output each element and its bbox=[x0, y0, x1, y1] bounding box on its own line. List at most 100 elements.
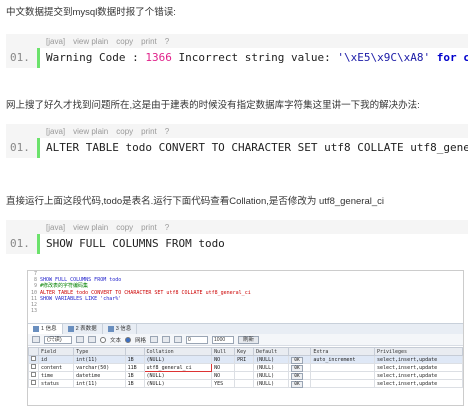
row-checkbox[interactable] bbox=[31, 364, 36, 369]
cell[interactable] bbox=[234, 379, 255, 388]
code-plain: Incorrect string value: bbox=[171, 51, 338, 64]
column-header[interactable]: Default bbox=[253, 347, 290, 356]
column-header[interactable] bbox=[288, 347, 312, 356]
cell[interactable]: varchar(50) bbox=[73, 363, 126, 372]
cell[interactable]: select,insert,update bbox=[373, 379, 463, 388]
print-link[interactable]: print bbox=[141, 37, 157, 46]
column-header[interactable]: Key bbox=[234, 347, 255, 356]
print-link[interactable]: print bbox=[141, 127, 157, 136]
cell[interactable]: (NULL) bbox=[143, 379, 213, 388]
column-header[interactable]: Extra bbox=[310, 347, 375, 356]
intro-text: 中文数据提交到mysql数据时报了个错误: bbox=[6, 7, 176, 18]
grid-options-button[interactable] bbox=[32, 336, 40, 343]
cell[interactable] bbox=[310, 379, 375, 388]
cell[interactable]: 1B bbox=[124, 371, 145, 380]
line-number: 01. bbox=[6, 138, 40, 158]
cell[interactable]: NO bbox=[211, 371, 236, 380]
tab-label: 2 表数据 bbox=[75, 326, 97, 332]
sql-tool-screenshot: 7 8 SHOW FULL COLUMNS FROM todo 9 #修改表的字符编… bbox=[27, 270, 464, 406]
view-plain-link[interactable]: view plain bbox=[73, 223, 108, 232]
column-header[interactable]: Privileges bbox=[373, 347, 463, 356]
cell[interactable]: content bbox=[37, 363, 75, 372]
toolbar-button[interactable] bbox=[150, 336, 159, 343]
mode-select[interactable]: (只读) bbox=[44, 335, 72, 344]
toolbar-button[interactable] bbox=[162, 336, 171, 343]
table-row[interactable]: time datetime 1B (NULL) NO (NULL) 0K sel… bbox=[28, 371, 463, 380]
code-plain: Warning Code : bbox=[46, 51, 146, 64]
print-link[interactable]: print bbox=[141, 223, 157, 232]
cell[interactable]: (NULL) bbox=[143, 371, 213, 380]
tab-info[interactable]: 1 信息 bbox=[28, 324, 63, 334]
cell[interactable]: 11B bbox=[124, 363, 145, 372]
cell[interactable]: PRI bbox=[234, 355, 255, 364]
help-link[interactable]: ? bbox=[165, 37, 169, 46]
cell[interactable]: auto_increment bbox=[310, 355, 375, 364]
row-checkbox[interactable] bbox=[31, 372, 36, 377]
code-block-show: [java] view plain copy print ? 01. SHOW … bbox=[6, 220, 468, 254]
cell[interactable]: (NULL) bbox=[253, 371, 290, 380]
table-row[interactable]: status int(11) 1B (NULL) YES (NULL) 0K s… bbox=[28, 379, 463, 388]
copy-link[interactable]: copy bbox=[116, 223, 133, 232]
cell[interactable]: 1B bbox=[124, 355, 145, 364]
toolbar-button[interactable] bbox=[76, 336, 84, 343]
copy-link[interactable]: copy bbox=[116, 127, 133, 136]
grid-radio[interactable] bbox=[125, 336, 132, 343]
cell[interactable]: status bbox=[37, 379, 75, 388]
column-header[interactable]: Null bbox=[211, 347, 236, 356]
cell[interactable]: 1B bbox=[124, 379, 145, 388]
cell[interactable]: select,insert,update bbox=[373, 371, 463, 380]
code-number: 1366 bbox=[145, 51, 172, 64]
cell[interactable]: (NULL) bbox=[253, 355, 290, 364]
run-text: 直接运行上面这段代码,todo是表名.运行下面代码查看Collation,是否修… bbox=[6, 196, 384, 207]
cell[interactable]: utf8_general_ci bbox=[143, 363, 213, 372]
cell[interactable]: YES bbox=[211, 379, 236, 388]
help-link[interactable]: ? bbox=[165, 127, 169, 136]
refresh-button[interactable]: 刷新 bbox=[238, 335, 260, 344]
column-header[interactable]: Collation bbox=[143, 347, 213, 356]
tab-info-3[interactable]: 3 信息 bbox=[103, 324, 138, 334]
table-row[interactable]: id int(11) 1B (NULL) NO PRI (NULL) 0K au… bbox=[28, 355, 463, 364]
row-checkbox[interactable] bbox=[31, 380, 36, 385]
cell[interactable]: select,insert,update bbox=[373, 363, 463, 372]
cell[interactable] bbox=[234, 363, 255, 372]
cell[interactable] bbox=[310, 363, 375, 372]
cell-button[interactable]: 0K bbox=[291, 372, 303, 380]
cell[interactable]: NO bbox=[211, 355, 236, 364]
row-checkbox[interactable] bbox=[31, 356, 36, 361]
cell[interactable]: (NULL) bbox=[143, 355, 213, 364]
cell[interactable]: int(11) bbox=[73, 355, 126, 364]
text-radio-label: 文本 bbox=[110, 337, 122, 344]
cell-button[interactable]: 0K bbox=[291, 356, 303, 364]
text-radio[interactable] bbox=[100, 336, 106, 343]
cell[interactable] bbox=[310, 371, 375, 380]
limit-input[interactable]: 1000 bbox=[212, 335, 235, 344]
table-row[interactable]: content varchar(50) 11B utf8_general_ci … bbox=[28, 363, 463, 372]
cell[interactable]: int(11) bbox=[73, 379, 126, 388]
cell[interactable]: select,insert,update bbox=[373, 355, 463, 364]
cell[interactable]: (NULL) bbox=[253, 379, 290, 388]
cell[interactable]: id bbox=[37, 355, 75, 364]
cell-button[interactable]: 0K bbox=[291, 364, 303, 372]
code-line-text: ALTER TABLE todo CONVERT TO CHARACTER SE… bbox=[40, 138, 468, 158]
tab-table-data[interactable]: 2 表数据 bbox=[63, 324, 103, 334]
cell-button[interactable]: 0K bbox=[291, 380, 303, 388]
toolbar-button[interactable] bbox=[88, 336, 96, 343]
editor-line: ALTER TABLE todo CONVERT TO CHARACTER SE… bbox=[40, 289, 251, 296]
view-plain-link[interactable]: view plain bbox=[73, 127, 108, 136]
grid-header-row: Field Type Collation Null Key Default Ex… bbox=[28, 347, 463, 356]
cell[interactable]: time bbox=[37, 371, 75, 380]
cell[interactable]: NO bbox=[211, 363, 236, 372]
cell[interactable] bbox=[234, 371, 255, 380]
select-all-cell[interactable] bbox=[28, 347, 39, 356]
column-header[interactable]: Field bbox=[37, 347, 75, 356]
offset-input[interactable]: 0 bbox=[186, 335, 209, 344]
view-plain-link[interactable]: view plain bbox=[73, 37, 108, 46]
column-header[interactable]: Type bbox=[73, 347, 126, 356]
toolbar-button[interactable] bbox=[174, 336, 183, 343]
cell[interactable]: datetime bbox=[73, 371, 126, 380]
help-link[interactable]: ? bbox=[165, 223, 169, 232]
column-header[interactable] bbox=[124, 347, 145, 356]
copy-link[interactable]: copy bbox=[116, 37, 133, 46]
editor-line: SHOW VARIABLES LIKE 'char%' bbox=[40, 295, 122, 302]
cell[interactable]: (NULL) bbox=[253, 363, 290, 372]
